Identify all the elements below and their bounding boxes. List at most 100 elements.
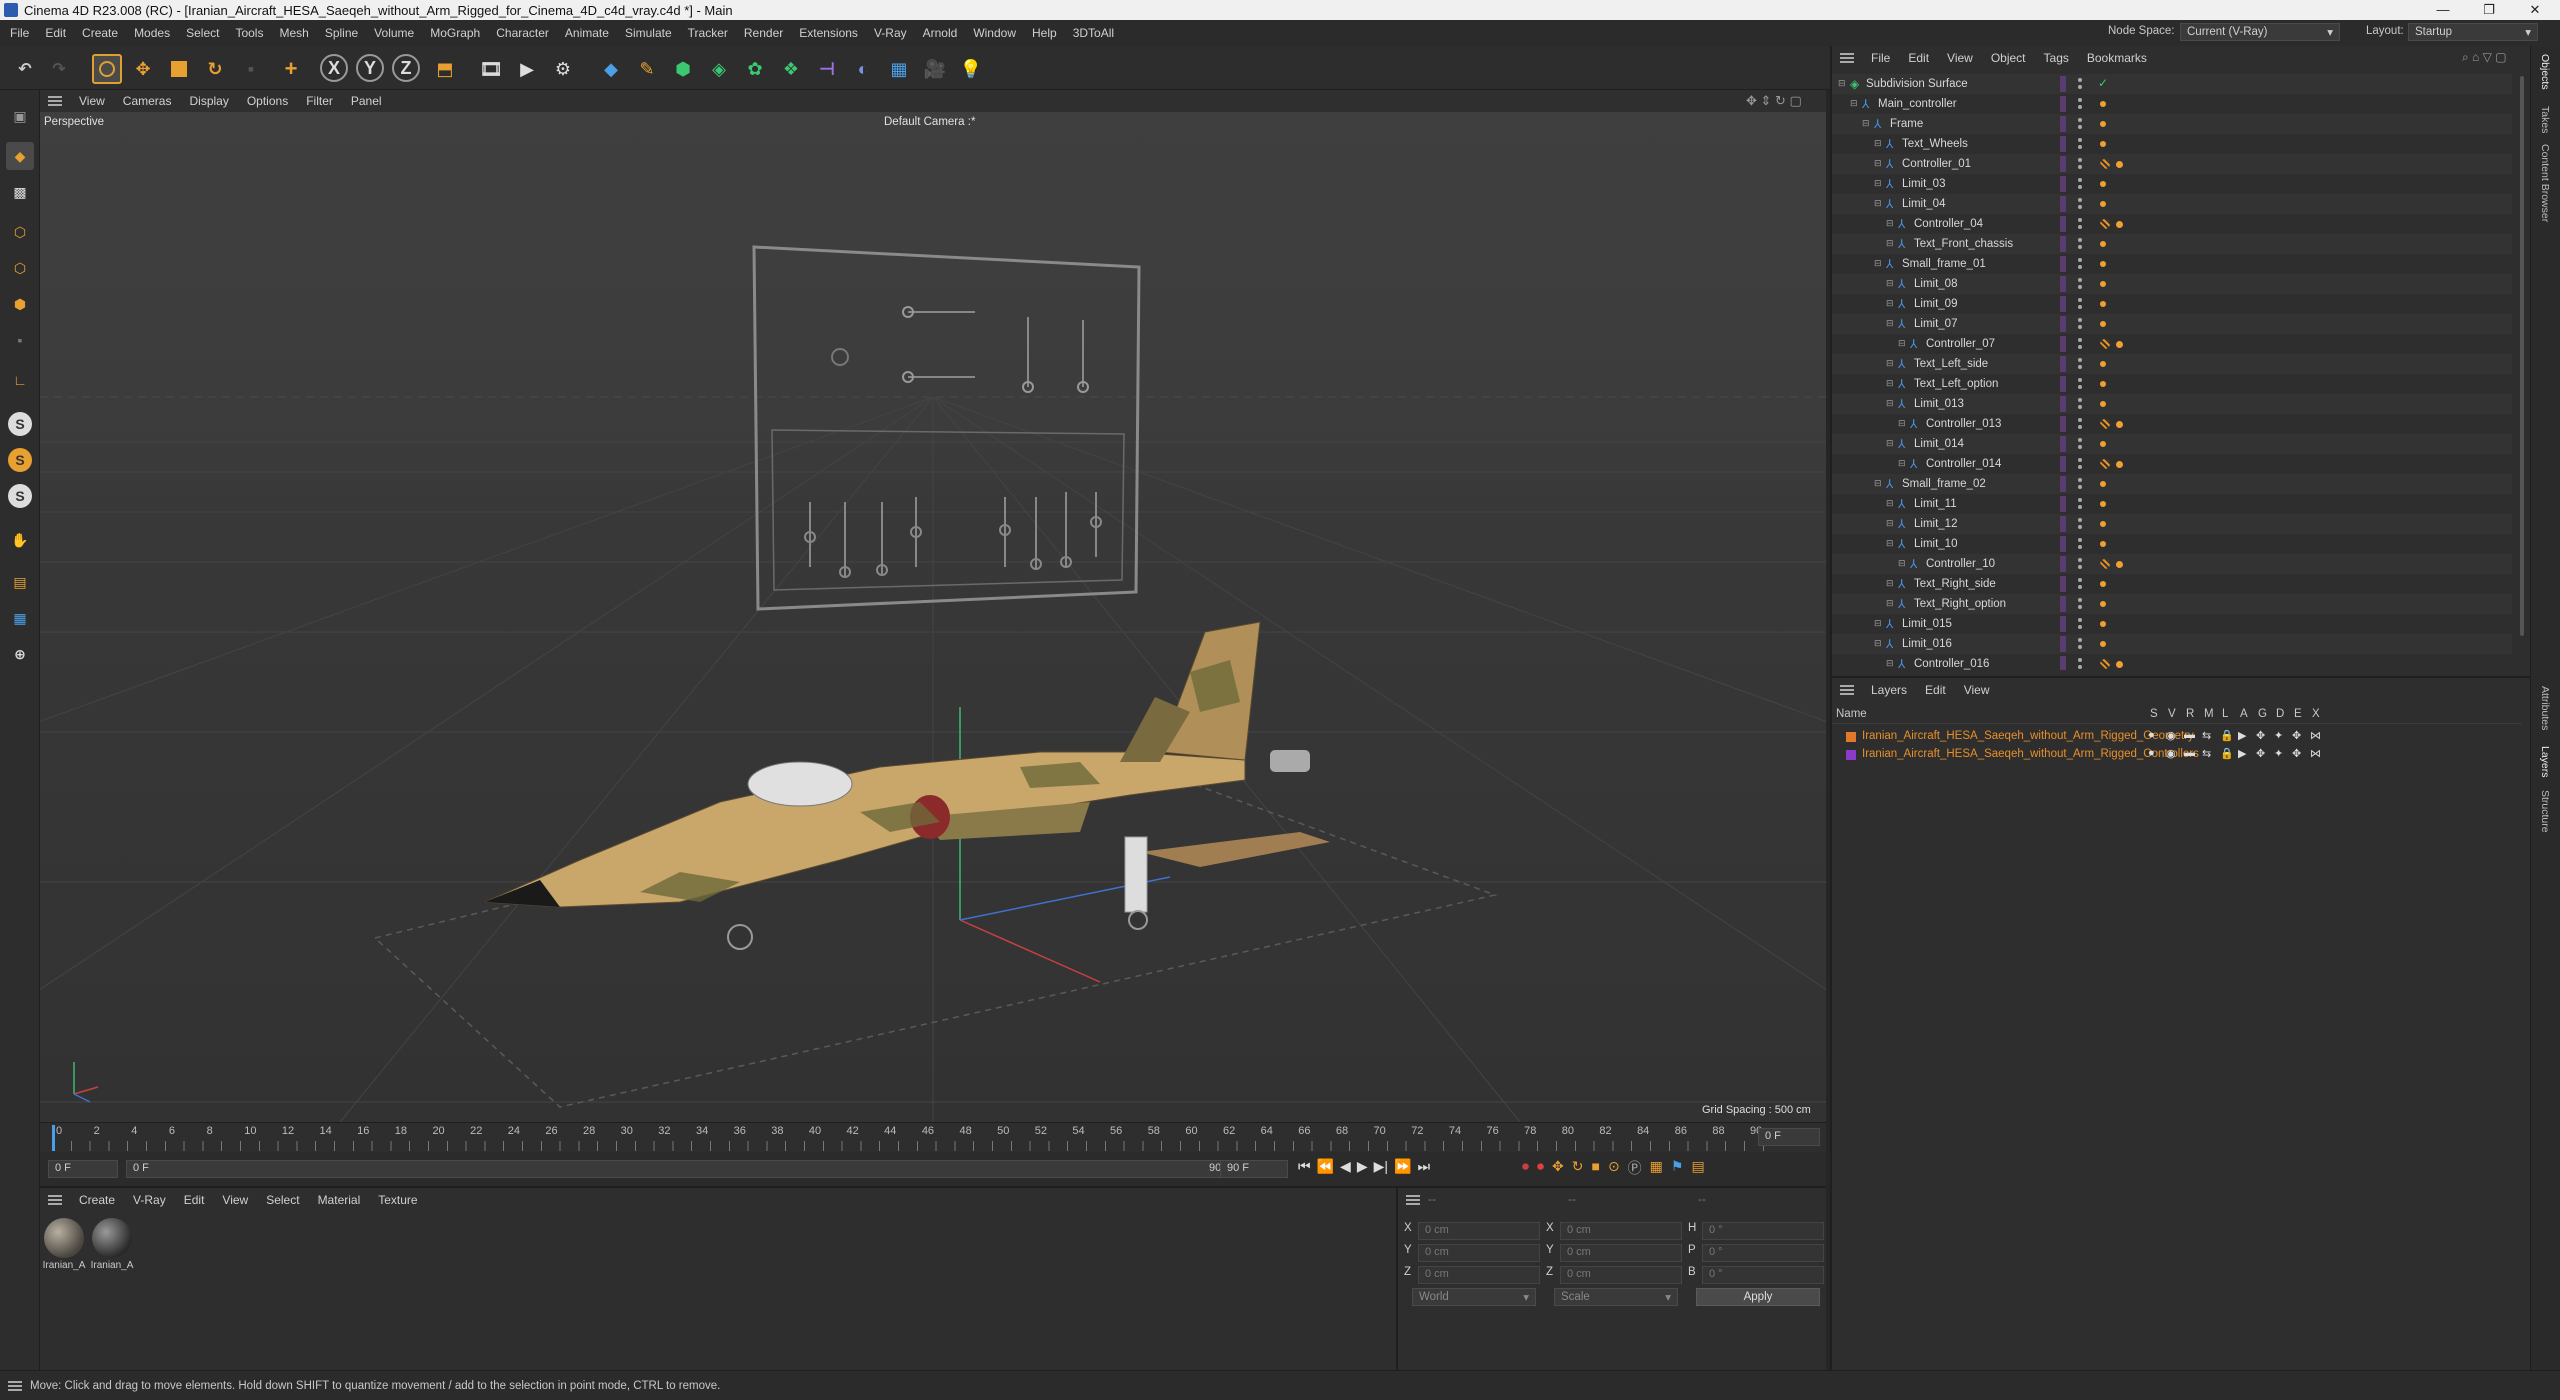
size-field[interactable]: 0 cm (1560, 1222, 1682, 1240)
viewport-menu-view[interactable]: View (70, 94, 114, 108)
recent-tools-button[interactable]: ▪ (236, 54, 266, 84)
display-tag-icon[interactable] (2100, 121, 2106, 127)
object-menu-bookmarks[interactable]: Bookmarks (2078, 51, 2156, 65)
render-icon[interactable]: ▬ (2184, 747, 2195, 759)
expand-toggle-icon[interactable]: ⊟ (1886, 298, 1897, 309)
menu-extensions[interactable]: Extensions (793, 26, 868, 40)
quantize-button[interactable]: S (8, 484, 32, 508)
solo-icon[interactable]: ● (2148, 729, 2155, 741)
polygons-mode-button[interactable]: ⬢ (6, 290, 34, 318)
hamburger-icon[interactable] (48, 96, 62, 106)
expand-toggle-icon[interactable]: ⊟ (1886, 378, 1897, 389)
layer-color-swatch[interactable] (2060, 216, 2066, 232)
visibility-dots-icon[interactable] (2078, 117, 2082, 131)
expand-toggle-icon[interactable]: ⊟ (1886, 278, 1897, 289)
expand-toggle-icon[interactable]: ⊟ (1838, 78, 1849, 89)
axis-tool-button[interactable]: ⊕ (6, 640, 34, 668)
expand-toggle-icon[interactable]: ⊟ (1886, 358, 1897, 369)
display-tag-icon[interactable] (2100, 241, 2106, 247)
floor-button[interactable]: ▦ (884, 54, 914, 84)
close-button[interactable]: ✕ (2512, 0, 2558, 20)
key-param-icon[interactable]: ⊙ (1608, 1158, 1620, 1178)
key-scale-icon[interactable]: ■ (1591, 1158, 1599, 1178)
render-icon[interactable]: ▬ (2184, 729, 2195, 741)
light-button[interactable]: 💡 (956, 54, 986, 84)
visibility-dots-icon[interactable] (2078, 597, 2082, 611)
expand-toggle-icon[interactable]: ⊟ (1862, 118, 1873, 129)
key-rotation-icon[interactable]: ↻ (1572, 1158, 1584, 1178)
expand-toggle-icon[interactable]: ⊟ (1898, 338, 1909, 349)
display-tag-icon[interactable] (2100, 601, 2106, 607)
spline-button[interactable]: ◐ (848, 54, 878, 84)
viewport-menu-panel[interactable]: Panel (342, 94, 391, 108)
display-tag-icon[interactable] (2100, 381, 2106, 387)
layer-color-swatch[interactable] (2060, 616, 2066, 632)
visibility-dots-icon[interactable] (2078, 457, 2082, 471)
constraint-tag-icon[interactable] (2100, 159, 2110, 169)
coord-mode-dropdown[interactable]: World ▾ (1412, 1288, 1536, 1306)
display-tag-icon[interactable] (2100, 361, 2106, 367)
object-row[interactable]: ⊟ ⅄ Limit_014 (1832, 434, 2512, 454)
x-axis-toggle[interactable]: X (320, 54, 348, 82)
restore-button[interactable]: ❐ (2466, 0, 2512, 20)
field-button[interactable]: ⊣ (812, 54, 842, 84)
expand-toggle-icon[interactable]: ⊟ (1886, 318, 1897, 329)
size-field[interactable]: 0 cm (1560, 1266, 1682, 1284)
position-field[interactable]: 0 cm (1418, 1244, 1540, 1262)
object-row[interactable]: ⊟ ⅄ Main_controller (1832, 94, 2512, 114)
expand-toggle-icon[interactable]: ⊟ (1874, 258, 1885, 269)
deformer-icon[interactable]: ✦ (2274, 729, 2283, 742)
object-row[interactable]: ⊟ ⅄ Limit_10 (1832, 534, 2512, 554)
menu-tools[interactable]: Tools (229, 26, 273, 40)
object-row[interactable]: ⊟ ⅄ Text_Left_option (1832, 374, 2512, 394)
object-row[interactable]: ⊟ ⅄ Small_frame_02 (1832, 474, 2512, 494)
layer-color-swatch[interactable] (1846, 732, 1856, 742)
menu-window[interactable]: Window (967, 26, 1026, 40)
rotation-field[interactable]: 0 ° (1702, 1266, 1824, 1284)
prev-key-icon[interactable]: ⏪ (1317, 1158, 1334, 1175)
display-tag-icon[interactable] (2100, 141, 2106, 147)
menu-create[interactable]: Create (76, 26, 128, 40)
visibility-dots-icon[interactable] (2078, 437, 2082, 451)
subdivision-button[interactable]: ⬢ (668, 54, 698, 84)
layer-row[interactable]: Iranian_Aircraft_HESA_Saeqeh_without_Arm… (1832, 728, 2522, 746)
hamburger-icon[interactable] (1406, 1195, 1420, 1205)
render-settings-button[interactable]: ⚙ (548, 54, 578, 84)
object-scrollbar[interactable] (2520, 76, 2524, 636)
playhead[interactable] (52, 1125, 55, 1151)
frame-range-slider[interactable]: 0 F90 F (126, 1160, 1238, 1178)
layer-color-swatch[interactable] (2060, 136, 2066, 152)
texture-mode-button[interactable]: ▩ (6, 178, 34, 206)
expand-toggle-icon[interactable]: ⊟ (1886, 538, 1897, 549)
display-tag-icon[interactable] (2100, 181, 2106, 187)
expand-toggle-icon[interactable]: ⊟ (1898, 458, 1909, 469)
display-tag-icon[interactable] (2116, 221, 2123, 228)
object-menu-edit[interactable]: Edit (1899, 51, 1938, 65)
layer-color-swatch[interactable] (2060, 156, 2066, 172)
menu-render[interactable]: Render (738, 26, 793, 40)
menu-spline[interactable]: Spline (319, 26, 368, 40)
object-row[interactable]: ⊟ ⅄ Limit_08 (1832, 274, 2512, 294)
expand-toggle-icon[interactable]: ⊟ (1886, 658, 1897, 669)
cube-button[interactable]: ◆ (596, 54, 626, 84)
tab-structure[interactable]: Structure (2539, 790, 2551, 833)
object-menu-file[interactable]: File (1862, 51, 1899, 65)
display-tag-icon[interactable] (2116, 461, 2123, 468)
layer-color-swatch[interactable] (2060, 496, 2066, 512)
layer-color-swatch[interactable] (2060, 436, 2066, 452)
generator-icon[interactable]: ✥ (2256, 747, 2265, 760)
layer-menu-edit[interactable]: Edit (1916, 683, 1955, 697)
start-frame-field[interactable]: 0 F (48, 1160, 118, 1178)
play-icon[interactable]: ▶ (1357, 1158, 1368, 1175)
object-row[interactable]: ⊟ ⅄ Limit_015 (1832, 614, 2512, 634)
prev-frame-icon[interactable]: ◀ (1340, 1158, 1351, 1175)
object-row[interactable]: ⊟ ⅄ Limit_12 (1832, 514, 2512, 534)
object-row[interactable]: ⊟ ⅄ Text_Wheels (1832, 134, 2512, 154)
extrude-button[interactable]: ◈ (704, 54, 734, 84)
viewport-menu-filter[interactable]: Filter (297, 94, 342, 108)
layer-color-swatch[interactable] (2060, 116, 2066, 132)
display-tag-icon[interactable] (2100, 641, 2106, 647)
object-row[interactable]: ⊟ ⅄ Controller_04 (1832, 214, 2512, 234)
uv-mode-button[interactable]: ▪ (6, 326, 34, 354)
visibility-dots-icon[interactable] (2078, 497, 2082, 511)
